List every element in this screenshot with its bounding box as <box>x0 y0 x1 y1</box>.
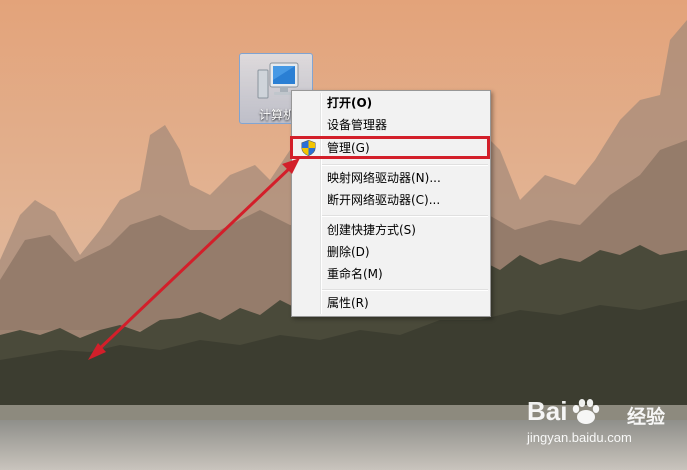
watermark-logo: Bai <box>527 396 568 426</box>
menu-item-label: 映射网络驱动器(N)... <box>327 171 441 185</box>
menu-item-open[interactable]: 打开(O) <box>294 92 488 114</box>
menu-separator <box>322 164 488 166</box>
menu-item-delete[interactable]: 删除(D) <box>294 241 488 263</box>
menu-item-label: 重命名(M) <box>327 267 383 281</box>
menu-item-device-manager[interactable]: 设备管理器 <box>294 114 488 136</box>
menu-item-label: 管理(G) <box>327 141 370 155</box>
watermark-url: jingyan.baidu.com <box>527 430 632 445</box>
menu-item-label: 打开(O) <box>327 96 373 110</box>
menu-item-map-network-drive[interactable]: 映射网络驱动器(N)... <box>294 167 488 189</box>
menu-item-label: 创建快捷方式(S) <box>327 223 416 237</box>
context-menu: 打开(O) 设备管理器 管理(G) 映射网络驱动器(N)... 断开网络驱动器(… <box>291 90 491 317</box>
menu-item-disconnect-network-drive[interactable]: 断开网络驱动器(C)... <box>294 189 488 211</box>
menu-item-label: 删除(D) <box>327 245 370 259</box>
baidu-paw-icon <box>572 399 600 424</box>
menu-item-create-shortcut[interactable]: 创建快捷方式(S) <box>294 219 488 241</box>
menu-item-manage[interactable]: 管理(G) <box>294 137 488 159</box>
menu-separator <box>322 215 488 217</box>
menu-item-properties[interactable]: 属性(R) <box>294 292 488 314</box>
uac-shield-icon <box>301 140 316 156</box>
menu-item-rename[interactable]: 重命名(M) <box>294 263 488 285</box>
menu-item-label: 属性(R) <box>327 296 369 310</box>
menu-item-label: 设备管理器 <box>327 118 388 132</box>
watermark-jingyan: 经验 <box>627 406 666 428</box>
menu-item-label: 断开网络驱动器(C)... <box>327 193 441 207</box>
baidu-jingyan-watermark: Bai 经验 jingyan.baidu.com <box>527 396 677 456</box>
menu-separator <box>322 289 488 291</box>
desktop: 计算机 打开(O) 设备管理器 管理(G) 映射网络驱动器(N)... 断开网络… <box>0 0 687 470</box>
